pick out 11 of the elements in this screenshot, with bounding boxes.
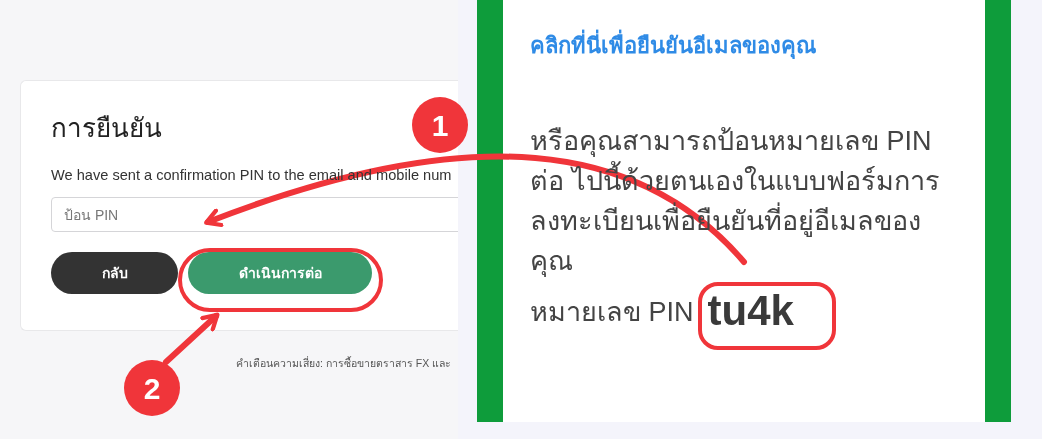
back-button[interactable]: กลับ	[51, 252, 178, 294]
risk-warning: คำเตือนความเสี่ยง: การซื้อขายตราสาร FX และ	[236, 355, 453, 371]
pin-code: tu4k	[707, 287, 794, 335]
continue-button[interactable]: ดำเนินการต่อ	[188, 252, 372, 294]
step-badge: 2	[124, 360, 180, 416]
annotation-arrow	[163, 312, 220, 365]
step-badge: 1	[412, 97, 468, 153]
page-title: การยืนยัน	[51, 112, 162, 145]
pin-label: หมายเลข PIN	[530, 295, 694, 329]
verify-email-link[interactable]: คลิกที่นี่เพื่อยืนยันอีเมลของคุณ	[530, 28, 985, 63]
pin-input-field[interactable]: ป้อน PIN	[51, 197, 458, 232]
